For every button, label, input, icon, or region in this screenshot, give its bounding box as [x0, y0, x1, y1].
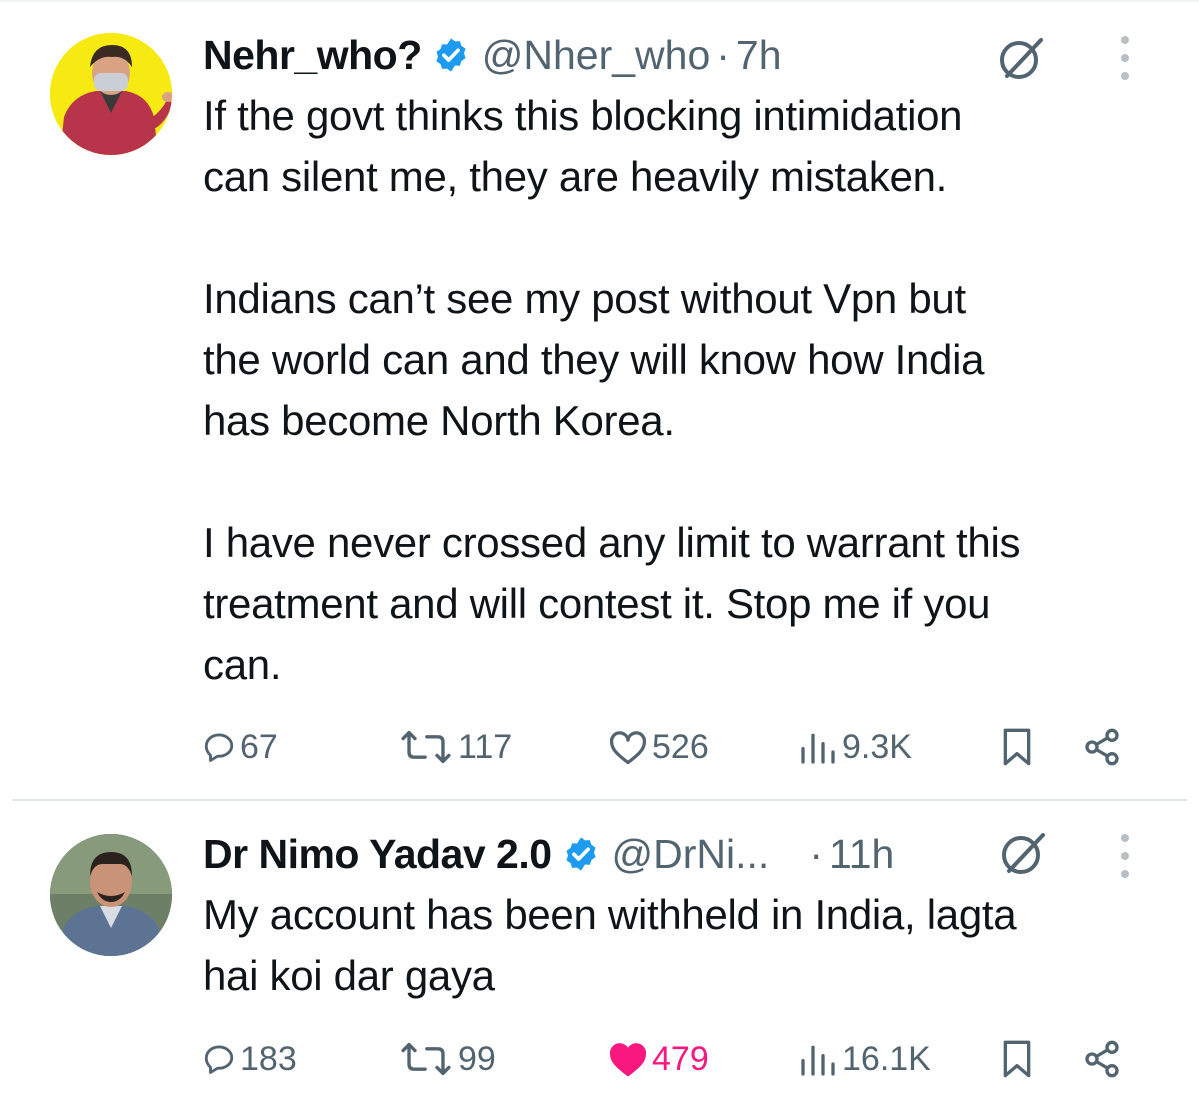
- like-button[interactable]: 526: [608, 719, 709, 775]
- views-icon: [801, 733, 835, 764]
- share-icon: [1085, 728, 1119, 766]
- repost-icon: [401, 1042, 451, 1076]
- view-count: 16.1K: [842, 1039, 931, 1078]
- reply-button[interactable]: 183: [202, 1031, 297, 1087]
- author-handle[interactable]: @Nher_who: [482, 32, 711, 79]
- bookmark-icon: [1003, 1040, 1031, 1078]
- repost-count: 99: [458, 1039, 496, 1078]
- views-button[interactable]: 16.1K: [798, 1031, 931, 1087]
- share-icon: [1085, 1040, 1119, 1078]
- avatar[interactable]: [50, 33, 172, 155]
- reply-button[interactable]: 67: [202, 719, 278, 775]
- more-icon[interactable]: [1117, 36, 1133, 80]
- bookmark-button[interactable]: [1000, 1031, 1034, 1087]
- share-button[interactable]: [1082, 719, 1122, 775]
- like-button[interactable]: 479: [608, 1031, 709, 1087]
- verified-badge-icon: [565, 837, 596, 871]
- view-count: 9.3K: [842, 727, 912, 766]
- repost-icon: [401, 730, 451, 764]
- separator-dot: ·: [809, 830, 823, 877]
- tweet-actions: 183 99 479 16.1K: [200, 1031, 1140, 1087]
- views-icon: [801, 1045, 835, 1076]
- reply-icon: [204, 733, 234, 762]
- author-name[interactable]: Nehr_who?: [203, 32, 422, 79]
- grok-icon[interactable]: [997, 827, 1049, 879]
- timestamp[interactable]: 7h: [736, 32, 782, 79]
- tweet[interactable]: Nehr_who? @Nher_who · 7h If the govt thi…: [0, 0, 1199, 800]
- grok-icon[interactable]: [995, 32, 1047, 84]
- reply-icon: [204, 1045, 234, 1074]
- more-icon[interactable]: [1117, 834, 1133, 878]
- reply-count: 67: [240, 727, 278, 766]
- tweet-header: Nehr_who? @Nher_who · 7h: [203, 27, 782, 83]
- repost-count: 117: [458, 727, 513, 766]
- repost-button[interactable]: 117: [398, 719, 512, 775]
- like-count: 479: [652, 1039, 709, 1078]
- verified-badge-icon: [436, 38, 466, 72]
- reply-count: 183: [240, 1039, 297, 1078]
- author-handle[interactable]: @DrNi...: [612, 831, 770, 878]
- avatar-image: [50, 33, 172, 155]
- repost-button[interactable]: 99: [398, 1031, 496, 1087]
- avatar-image: [50, 834, 172, 956]
- like-icon: [609, 731, 647, 765]
- like-count: 526: [652, 727, 709, 766]
- bookmark-icon: [1003, 728, 1031, 766]
- avatar[interactable]: [50, 834, 172, 956]
- bookmark-button[interactable]: [1000, 719, 1034, 775]
- views-button[interactable]: 9.3K: [798, 719, 912, 775]
- author-name[interactable]: Dr Nimo Yadav 2.0: [203, 831, 552, 878]
- share-button[interactable]: [1082, 1031, 1122, 1087]
- tweet-actions: 67 117 526 9.3K: [200, 719, 1140, 775]
- separator-dot: ·: [716, 31, 730, 78]
- tweet-text: My account has been withheld in India, l…: [203, 891, 1017, 999]
- timestamp[interactable]: 11h: [829, 831, 894, 878]
- tweet-text: If the govt thinks this blocking intimid…: [203, 92, 1021, 688]
- tweet-header: Dr Nimo Yadav 2.0 @DrNi... · 11h: [203, 826, 894, 882]
- like-icon: [609, 1043, 647, 1077]
